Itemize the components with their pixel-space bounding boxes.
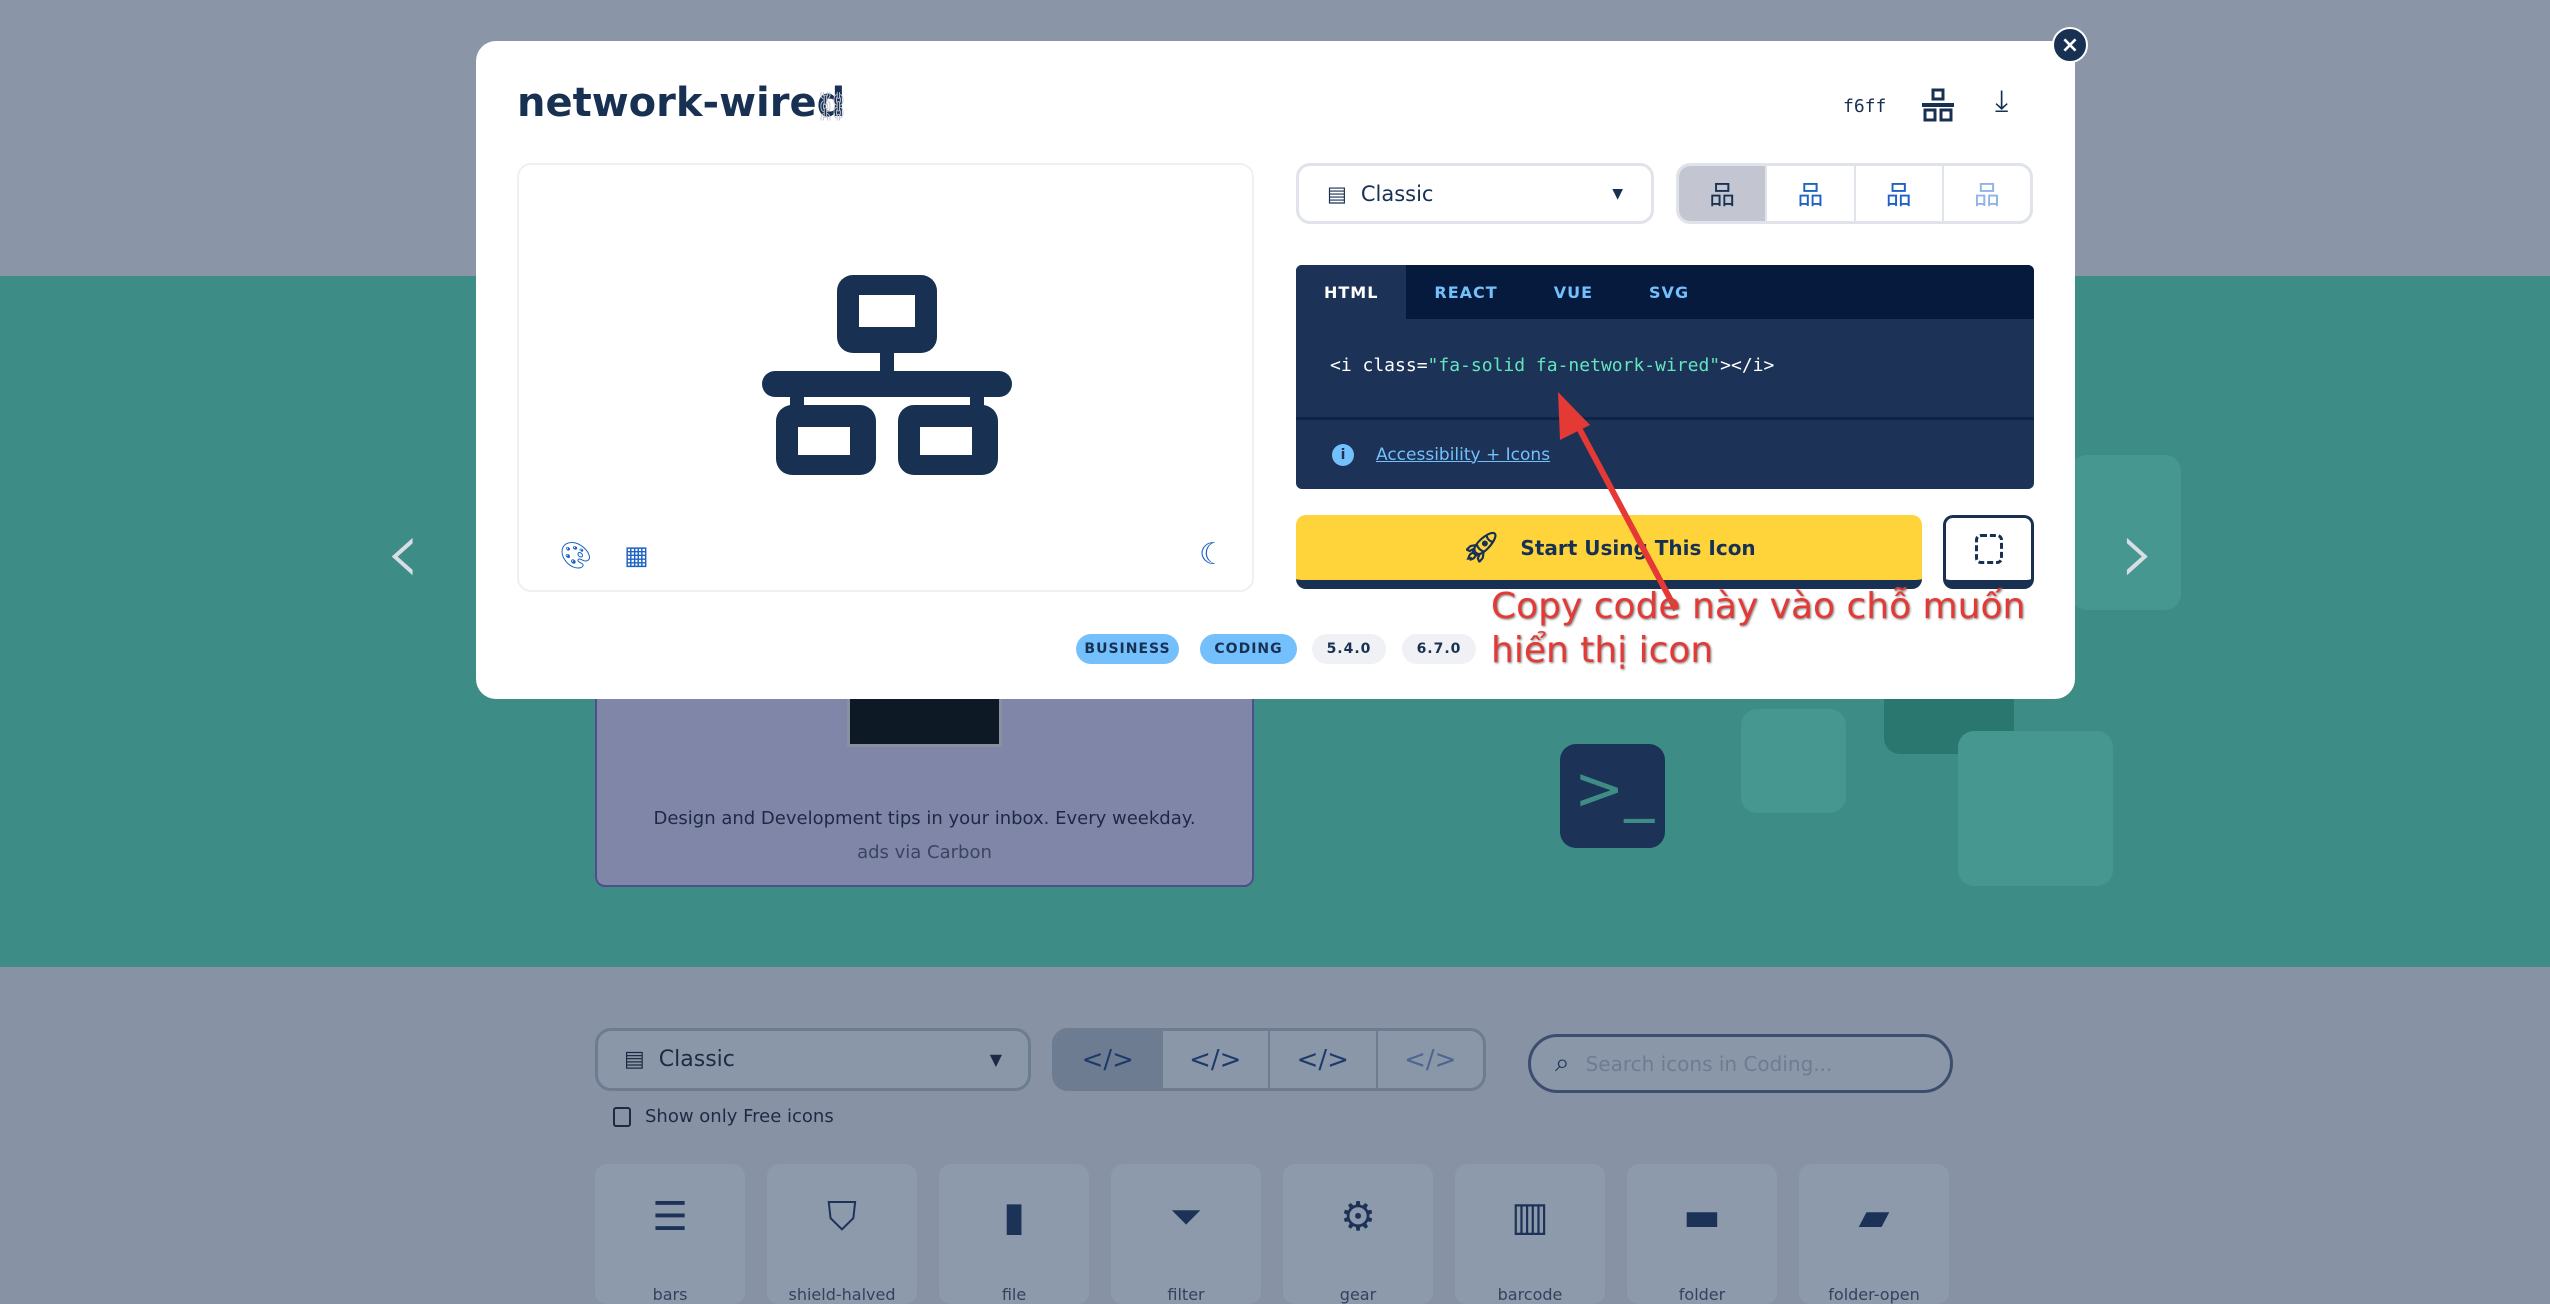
icon-label: filter	[1167, 1285, 1205, 1304]
close-modal-button[interactable]: ×	[2052, 27, 2088, 63]
style-select-value: Classic	[1360, 181, 1434, 206]
icon-card-file[interactable]: ▮ file	[939, 1164, 1089, 1304]
family-toggle-bottom[interactable]: </> </> </> </>	[1052, 1028, 1486, 1091]
tag-coding[interactable]: CODING	[1200, 634, 1297, 664]
snippet-tag: <i class=	[1330, 355, 1428, 376]
gear-icon: ⚙	[1340, 1194, 1376, 1240]
next-icon-chevron[interactable]: ›	[2120, 500, 2156, 605]
caret-down-icon: ▼	[989, 1050, 1002, 1069]
file-icon-deco	[1741, 709, 1846, 813]
annotation-line-1: Copy code này vào chỗ muốn	[1491, 586, 2026, 627]
style-select-value: Classic	[658, 1047, 735, 1072]
palette-icon[interactable]: 🎨︎	[559, 541, 592, 571]
prev-icon-chevron[interactable]: ‹	[385, 500, 421, 605]
network-wired-preview-icon	[762, 275, 1012, 475]
icon-grid: ☰ bars ⛉ shield-halved ▮ file ⏷ filter ⚙ gear…	[595, 1164, 1949, 1304]
palette-icon: ▤	[624, 1047, 645, 1072]
icon-card-folder-open[interactable]: ▰ folder-open	[1799, 1164, 1949, 1304]
accessibility-link[interactable]: Accessibility + Icons	[1376, 445, 1550, 465]
rocket-icon: 🚀︎	[1462, 530, 1501, 565]
file-icon: ▮	[1002, 1194, 1025, 1240]
family-toggle[interactable]: 品 品 品 品	[1676, 163, 2033, 224]
version-tag: 6.7.0	[1402, 634, 1476, 664]
start-button-label: Start Using This Icon	[1520, 535, 1756, 560]
tag-business[interactable]: BUSINESS	[1076, 634, 1179, 664]
search-icon: ⌕	[1555, 1048, 1570, 1078]
icon-card-shield-halved[interactable]: ⛉ shield-halved	[767, 1164, 917, 1304]
unicode-value[interactable]: f6ff	[1843, 96, 1886, 117]
code-panel: HTML REACT VUE SVG <i class="fa-solid fa…	[1296, 265, 2034, 489]
icon-label: shield-halved	[788, 1285, 896, 1304]
thin-style-toggle[interactable]: 品	[1941, 166, 2030, 221]
icon-label: barcode	[1497, 1285, 1563, 1304]
icon-label: folder	[1678, 1285, 1726, 1304]
search-input[interactable]: ⌕ Search icons in Coding...	[1528, 1034, 1953, 1093]
palette-icon: ▤	[1327, 181, 1347, 206]
barcode-icon: ▥	[1511, 1194, 1549, 1240]
checkbox[interactable]	[613, 1106, 631, 1127]
icon-label: folder-open	[1828, 1285, 1920, 1304]
icon-card-folder[interactable]: ▬ folder	[1627, 1164, 1777, 1304]
icon-preview: 🎨︎ ▦ ☾	[517, 163, 1254, 592]
terminal-icon: >_	[1560, 744, 1665, 848]
annotation-text: Copy code này vào chỗ muốn hiển thị icon	[1491, 585, 2025, 673]
code-light-toggle[interactable]: </>	[1268, 1031, 1376, 1088]
snippet-class: "fa-solid fa-network-wired"	[1427, 355, 1721, 376]
free-only-label: Show only Free icons	[645, 1106, 834, 1127]
folder-open-icon: ▰	[1858, 1194, 1890, 1240]
download-icon[interactable]: ⤓	[1995, 84, 2008, 119]
free-only-checkbox[interactable]: Show only Free icons	[613, 1106, 834, 1127]
moon-icon[interactable]: ☾	[1199, 537, 1226, 572]
icon-card-gear[interactable]: ⚙ gear	[1283, 1164, 1433, 1304]
accessibility-row: i Accessibility + Icons	[1296, 417, 2034, 489]
add-to-kit-button[interactable]	[1943, 515, 2034, 589]
code-thin-toggle[interactable]: </>	[1375, 1031, 1484, 1088]
code-regular-toggle[interactable]: </>	[1160, 1031, 1269, 1088]
tab-vue[interactable]: VUE	[1526, 265, 1621, 319]
code-tabs: HTML REACT VUE SVG	[1296, 265, 2034, 319]
ad-text: Design and Development tips in your inbo…	[653, 808, 1196, 829]
search-placeholder: Search icons in Coding...	[1585, 1051, 1833, 1076]
info-icon: i	[1332, 443, 1354, 466]
start-using-button[interactable]: 🚀︎ Start Using This Icon	[1296, 515, 1922, 589]
link-icon[interactable]: ⛓	[814, 90, 850, 123]
network-wired-glyph-icon[interactable]	[1920, 88, 1956, 124]
shield-halved-icon: ⛉	[827, 1194, 857, 1240]
style-select[interactable]: ▤ Classic ▼	[1296, 163, 1654, 224]
icon-title: network-wired	[517, 80, 846, 126]
regular-style-toggle[interactable]: 品	[1765, 166, 1853, 221]
file-lines-icon-deco	[1958, 731, 2113, 886]
icon-card-filter[interactable]: ⏷ filter	[1111, 1164, 1261, 1304]
caret-down-icon: ▼	[1612, 185, 1623, 202]
bars-icon: ☰	[652, 1194, 688, 1240]
code-snippet[interactable]: <i class="fa-solid fa-network-wired"></i…	[1330, 355, 1774, 376]
film-icon[interactable]: ▦	[624, 541, 649, 571]
annotation-line-2: hiển thị icon	[1491, 630, 1714, 671]
code-solid-toggle[interactable]: </>	[1055, 1031, 1161, 1088]
filter-icon: ⏷	[1170, 1194, 1202, 1240]
icon-label: file	[1001, 1285, 1027, 1304]
version-tag: 5.4.0	[1312, 634, 1386, 664]
style-select-bottom[interactable]: ▤ Classic ▼	[595, 1028, 1031, 1091]
icon-card-bars[interactable]: ☰ bars	[595, 1164, 745, 1304]
tab-svg[interactable]: SVG	[1621, 265, 1717, 319]
ad-via-link[interactable]: ads via Carbon	[597, 842, 1252, 863]
solid-style-toggle[interactable]: 品	[1679, 166, 1766, 221]
icon-card-barcode[interactable]: ▥ barcode	[1455, 1164, 1605, 1304]
light-style-toggle[interactable]: 品	[1853, 166, 1942, 221]
square-plus-icon	[1974, 534, 2003, 564]
tab-html[interactable]: HTML	[1296, 265, 1407, 319]
icon-label: bars	[652, 1285, 688, 1304]
snippet-close: ></i>	[1720, 355, 1775, 376]
icon-label: gear	[1339, 1285, 1377, 1304]
tab-react[interactable]: REACT	[1406, 265, 1525, 319]
folder-icon: ▬	[1683, 1194, 1721, 1240]
